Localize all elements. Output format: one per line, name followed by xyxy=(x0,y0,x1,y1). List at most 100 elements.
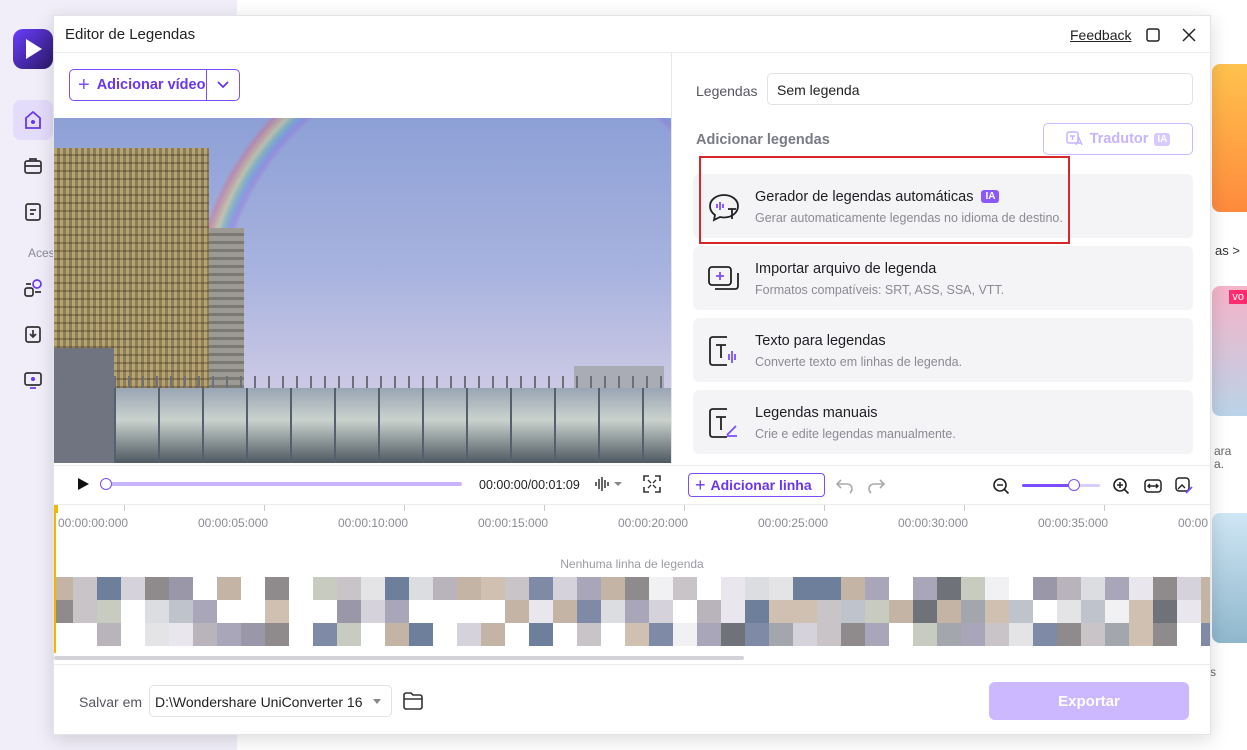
playhead[interactable] xyxy=(54,505,58,653)
text-edit-icon xyxy=(709,408,737,438)
option-description: Formatos compatíveis: SRT, ASS, SSA, VTT… xyxy=(755,283,1005,297)
card-text: a. xyxy=(1214,457,1225,471)
subtitles-label: Legendas xyxy=(696,83,758,99)
tick-label: 00:00:30:000 xyxy=(898,516,969,530)
zoom-slider-handle[interactable] xyxy=(1068,479,1081,491)
subtitle-style-button[interactable] xyxy=(1174,476,1194,496)
seek-bar[interactable] xyxy=(100,478,462,490)
time-ruler: 00:00:00:000 00:00:05:000 00:00:10:000 0… xyxy=(54,505,1210,533)
add-video-label: Adicionar vídeo xyxy=(96,77,206,93)
maximize-button[interactable] xyxy=(1142,24,1164,46)
feature-card[interactable] xyxy=(1212,513,1247,643)
chevron-down-icon xyxy=(217,81,229,89)
download-icon[interactable] xyxy=(13,314,53,354)
fit-width-icon xyxy=(1144,479,1162,493)
tick-label: 00:00:15:000 xyxy=(478,516,549,530)
import-file-icon xyxy=(708,266,739,290)
option-description: Gerar automaticamente legendas no idioma… xyxy=(755,211,1063,225)
zoom-out-button[interactable] xyxy=(991,476,1011,496)
ia-badge: IA xyxy=(1154,132,1171,146)
add-video-dropdown[interactable] xyxy=(207,70,239,100)
undo-icon xyxy=(836,479,853,494)
ia-badge: IA xyxy=(981,190,1000,203)
card-text: ara xyxy=(1214,444,1232,458)
tick-label: 00:00:35:000 xyxy=(1038,516,1109,530)
translator-label: Tradutor xyxy=(1089,131,1149,147)
timeline-toolbar: 00:00:00/00:01:09 + Adicionar linha xyxy=(54,465,1210,503)
zoom-slider[interactable] xyxy=(1022,479,1100,491)
option-description: Crie e edite legendas manualmente. xyxy=(755,427,956,441)
app-logo xyxy=(13,29,53,69)
zoom-in-icon xyxy=(1113,478,1130,495)
sidebar-section-label: Aces xyxy=(28,246,55,260)
toolbox-icon[interactable] xyxy=(13,146,53,186)
add-subtitles-heading: Adicionar legendas xyxy=(696,132,830,148)
import-subtitle-file-option[interactable]: Importar arquivo de legenda Formatos com… xyxy=(693,246,1193,310)
save-path-value: D:\Wondershare UniConverter 16 xyxy=(155,694,363,710)
add-video-button[interactable]: + Adicionar vídeo xyxy=(70,70,207,100)
option-title: Gerador de legendas automáticas IA xyxy=(755,189,1000,205)
tick-label: 00:00 xyxy=(1178,516,1209,530)
zoom-out-icon xyxy=(993,478,1010,495)
zoom-in-button[interactable] xyxy=(1111,476,1131,496)
export-button[interactable]: Exportar xyxy=(989,682,1189,720)
pane-divider xyxy=(671,53,672,463)
translator-button[interactable]: Tradutor IA xyxy=(1043,123,1193,155)
option-title: Texto para legendas xyxy=(755,333,886,349)
subtitle-timeline[interactable]: 00:00:00:000 00:00:05:000 00:00:10:000 0… xyxy=(54,504,1210,664)
caret-down-icon xyxy=(373,699,381,704)
tick-label: 00:00:10:000 xyxy=(338,516,409,530)
text-to-subtitles-option[interactable]: Texto para legendas Converte texto em li… xyxy=(693,318,1193,382)
manual-subtitles-option[interactable]: Legendas manuais Crie e edite legendas m… xyxy=(693,390,1193,454)
feature-card[interactable]: vo xyxy=(1212,286,1247,416)
fit-timeline-button[interactable] xyxy=(1143,476,1163,496)
option-title: Importar arquivo de legenda xyxy=(755,261,937,277)
promo-card[interactable] xyxy=(1212,64,1247,212)
text-waveform-icon xyxy=(709,336,736,366)
option-description: Converte texto em linhas de legenda. xyxy=(755,355,963,369)
close-icon xyxy=(1182,28,1196,42)
add-video-split-button: + Adicionar vídeo xyxy=(69,69,240,101)
see-more-link[interactable]: as > xyxy=(1215,243,1240,258)
save-to-label: Salvar em xyxy=(79,694,143,710)
fullscreen-icon[interactable] xyxy=(643,475,661,493)
audio-waveform-toggle[interactable] xyxy=(594,475,624,493)
maximize-icon xyxy=(1146,28,1160,42)
add-line-button[interactable]: + Adicionar linha xyxy=(688,473,825,497)
timecode: 00:00:00/00:01:09 xyxy=(479,478,580,492)
no-subtitle-lines-label: Nenhuma linha de legenda xyxy=(560,557,704,571)
tick-label: 00:00:05:000 xyxy=(198,516,269,530)
redo-button[interactable] xyxy=(866,476,886,496)
option-title: Legendas manuais xyxy=(755,405,878,421)
image-edit-icon xyxy=(1175,477,1193,494)
seek-handle[interactable] xyxy=(100,478,112,490)
title-bar: Editor de Legendas Feedback xyxy=(54,16,1210,53)
new-badge: vo xyxy=(1229,290,1247,304)
folder-icon[interactable] xyxy=(402,691,424,711)
auto-subtitle-generator-option[interactable]: Gerador de legendas automáticas IA Gerar … xyxy=(693,174,1193,238)
close-button[interactable] xyxy=(1178,24,1200,46)
save-path-select[interactable]: D:\Wondershare UniConverter 16 xyxy=(149,685,392,717)
video-thumbnail-strip xyxy=(54,577,1210,647)
add-line-label: Adicionar linha xyxy=(710,477,812,493)
tick-label: 00:00:20:000 xyxy=(618,516,689,530)
home-icon[interactable] xyxy=(13,100,53,140)
speech-bubble-waveform-icon xyxy=(709,194,739,222)
waveform-icon xyxy=(595,477,622,491)
timeline-scrollbar[interactable] xyxy=(54,656,744,660)
play-button[interactable] xyxy=(76,477,90,491)
convert-icon[interactable] xyxy=(13,268,53,308)
tick-label: 00:00:00:000 xyxy=(58,516,129,530)
subtitle-editor-dialog: Editor de Legendas Feedback + Adicionar … xyxy=(53,15,1211,735)
tick-label: 00:00:25:000 xyxy=(758,516,829,530)
plus-icon: + xyxy=(78,74,90,96)
undo-button[interactable] xyxy=(835,476,855,496)
video-preview[interactable] xyxy=(54,118,671,463)
document-icon[interactable] xyxy=(13,192,53,232)
footer: Salvar em D:\Wondershare UniConverter 16… xyxy=(54,664,1210,736)
screen-record-icon[interactable] xyxy=(13,360,53,400)
subtitles-select[interactable]: Sem legenda xyxy=(767,73,1193,105)
dialog-title: Editor de Legendas xyxy=(65,26,196,43)
feedback-link[interactable]: Feedback xyxy=(1070,27,1131,43)
plus-icon: + xyxy=(695,475,706,495)
